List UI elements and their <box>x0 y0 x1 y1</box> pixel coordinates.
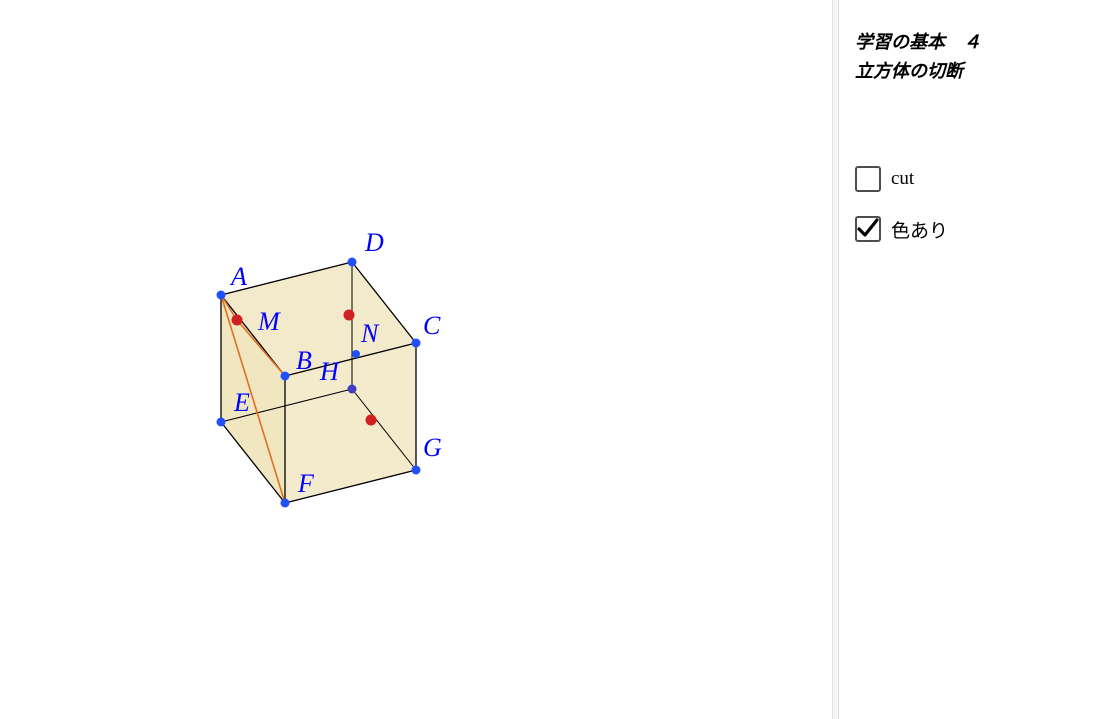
label-color: 色あり <box>891 216 948 243</box>
label-E: E <box>234 388 250 418</box>
title-line2: 立方体の切断 <box>855 57 1096 86</box>
side-panel: 学習の基本 ４ 立方体の切断 cut 色あり <box>839 0 1112 719</box>
label-D: D <box>365 228 384 258</box>
panel-title: 学習の基本 ４ 立方体の切断 <box>855 28 1096 86</box>
label-M: M <box>258 307 280 337</box>
label-B: B <box>296 346 312 376</box>
label-F: F <box>298 469 314 499</box>
checkbox-color[interactable] <box>855 216 881 242</box>
label-cut: cut <box>891 168 914 190</box>
label-N: N <box>361 319 378 349</box>
control-color[interactable]: 色あり <box>855 216 1096 243</box>
cube-svg <box>0 0 832 719</box>
geometry-canvas[interactable]: A D C B E H G F M N <box>0 0 832 719</box>
cube-faces <box>221 262 416 503</box>
label-A: A <box>231 262 247 292</box>
panel-divider[interactable] <box>832 0 839 719</box>
label-C: C <box>423 311 440 341</box>
control-cut[interactable]: cut <box>855 166 1096 192</box>
label-H: H <box>320 357 339 387</box>
label-G: G <box>423 433 442 463</box>
title-line1: 学習の基本 ４ <box>855 28 1096 57</box>
checkbox-cut[interactable] <box>855 166 881 192</box>
